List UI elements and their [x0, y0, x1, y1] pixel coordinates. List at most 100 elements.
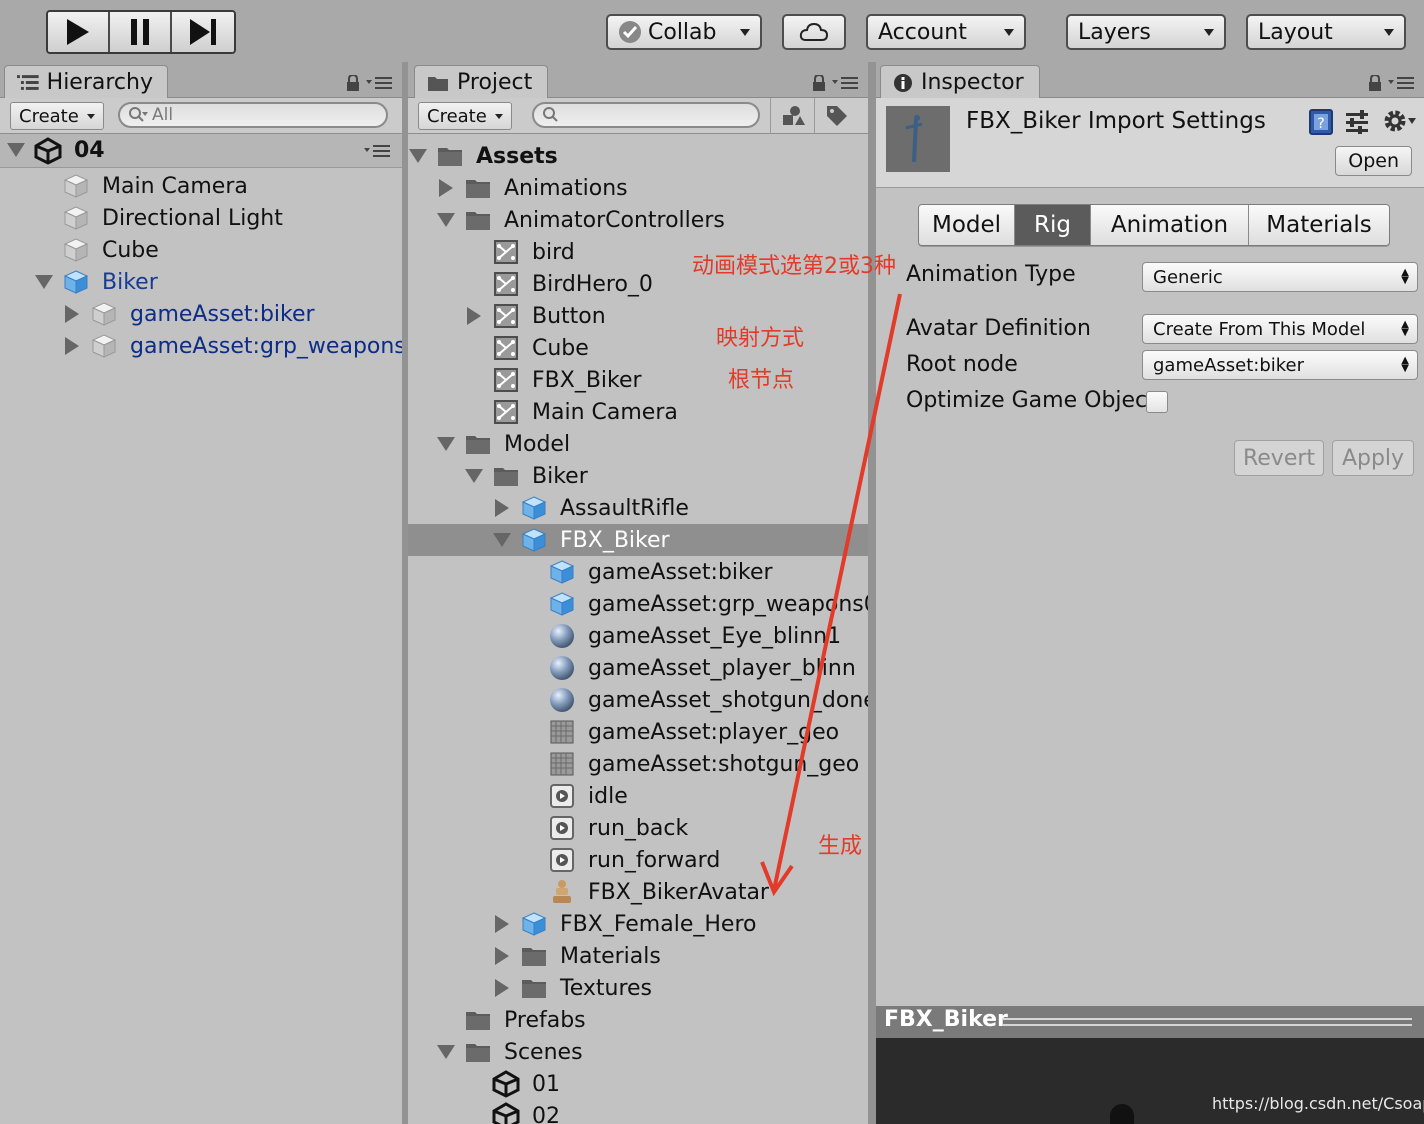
tab-materials[interactable]: Materials	[1249, 205, 1389, 245]
list-item[interactable]: run_back	[408, 812, 868, 844]
list-item[interactable]: FBX_Biker	[408, 524, 868, 556]
tab-animation[interactable]: Animation	[1091, 205, 1249, 245]
play-button[interactable]	[48, 12, 110, 52]
list-item[interactable]: 01	[408, 1068, 868, 1100]
root-node-dropdown[interactable]: gameAsset:biker ▲ ▼	[1142, 350, 1418, 380]
tab-hierarchy[interactable]: Hierarchy	[4, 65, 168, 99]
filter-by-label-button[interactable]	[814, 98, 858, 134]
animation-type-dropdown[interactable]: Generic ▲ ▼	[1142, 262, 1418, 292]
expand-icon[interactable]	[65, 305, 79, 323]
tree-item-label: Cube	[532, 335, 589, 361]
drag-handle[interactable]	[1002, 1018, 1412, 1026]
list-item[interactable]: FBX_Biker	[408, 364, 868, 396]
list-item[interactable]: 02	[408, 1100, 868, 1124]
list-item[interactable]: Textures	[408, 972, 868, 1004]
list-item[interactable]: Main Camera	[408, 396, 868, 428]
account-button[interactable]: Account	[866, 14, 1026, 50]
list-item[interactable]: Scenes	[408, 1036, 868, 1068]
dropdown-value: Create From This Model	[1153, 318, 1366, 340]
pause-button[interactable]	[110, 12, 172, 52]
folder-icon	[466, 1012, 490, 1030]
expand-icon[interactable]	[65, 337, 79, 355]
collapse-icon[interactable]	[465, 469, 483, 483]
list-item[interactable]: gameAsset:biker	[408, 556, 868, 588]
revert-button[interactable]: Revert	[1234, 440, 1324, 476]
preset-button[interactable]	[1344, 110, 1370, 138]
list-item[interactable]: Cube	[0, 234, 402, 266]
tree-item-label: Button	[532, 303, 606, 329]
collab-button[interactable]: Collab	[606, 14, 762, 50]
list-item[interactable]: Biker	[408, 460, 868, 492]
expand-icon[interactable]	[467, 307, 481, 325]
apply-button[interactable]: Apply	[1332, 440, 1414, 476]
panel-menu[interactable]	[346, 75, 392, 91]
list-item[interactable]: Main Camera	[0, 170, 402, 202]
collapse-icon[interactable]	[35, 275, 53, 289]
list-item[interactable]: gameAsset:grp_weapons0	[0, 330, 402, 362]
expand-icon[interactable]	[495, 915, 509, 933]
list-item[interactable]: idle	[408, 780, 868, 812]
expand-icon[interactable]	[439, 179, 453, 197]
settings-button[interactable]	[1382, 108, 1416, 134]
collapse-icon[interactable]	[493, 533, 511, 547]
create-button[interactable]: Create	[10, 102, 104, 130]
list-item[interactable]: Directional Light	[0, 202, 402, 234]
tree-item-label: Animations	[504, 175, 628, 201]
open-button[interactable]: Open	[1335, 146, 1412, 176]
search-input[interactable]	[532, 102, 760, 128]
list-item[interactable]: run_forward	[408, 844, 868, 876]
list-item[interactable]: Animations	[408, 172, 868, 204]
list-item[interactable]: gameAsset_shotgun_done	[408, 684, 868, 716]
filter-by-type-button[interactable]	[770, 98, 814, 134]
animator-controller-icon	[494, 368, 518, 392]
avatar-definition-dropdown[interactable]: Create From This Model ▲ ▼	[1142, 314, 1418, 344]
tab-rig[interactable]: Rig	[1015, 205, 1091, 245]
list-item[interactable]: FBX_Female_Hero	[408, 908, 868, 940]
preview-header[interactable]: FBX_Biker	[876, 1006, 1424, 1038]
create-label: Create	[19, 105, 79, 127]
scene-row[interactable]: 04	[0, 134, 402, 168]
list-item[interactable]: gameAsset_player_blinn	[408, 652, 868, 684]
list-item[interactable]: Prefabs	[408, 1004, 868, 1036]
search-input[interactable]: All	[118, 102, 388, 128]
optimize-game-objects-checkbox[interactable]	[1146, 391, 1168, 413]
collapse-icon[interactable]	[7, 143, 25, 157]
list-item[interactable]: gameAsset:shotgun_geo	[408, 748, 868, 780]
list-item[interactable]: gameAsset_Eye_blinn1	[408, 620, 868, 652]
layout-button[interactable]: Layout	[1246, 14, 1406, 50]
tab-model[interactable]: Model	[919, 205, 1015, 245]
list-item[interactable]: AssaultRifle	[408, 492, 868, 524]
help-button[interactable]: ?	[1308, 108, 1334, 140]
list-item[interactable]: Materials	[408, 940, 868, 972]
create-button[interactable]: Create	[418, 102, 512, 130]
tab-project[interactable]: Project	[414, 65, 548, 99]
expand-icon[interactable]	[495, 947, 509, 965]
collapse-icon[interactable]	[437, 1045, 455, 1059]
expand-icon[interactable]	[495, 499, 509, 517]
panel-splitter[interactable]	[868, 62, 876, 1124]
layers-button[interactable]: Layers	[1066, 14, 1226, 50]
cloud-button[interactable]	[782, 14, 846, 50]
annotation-animation-type: 动画模式选第2或3种	[692, 254, 896, 279]
panel-menu[interactable]	[1368, 75, 1414, 91]
animator-controller-icon	[494, 304, 518, 328]
menu-icon[interactable]	[364, 144, 390, 158]
list-item[interactable]: AnimatorControllers	[408, 204, 868, 236]
collapse-icon[interactable]	[409, 149, 427, 163]
list-item[interactable]: Biker	[0, 266, 402, 298]
list-item[interactable]: gameAsset:player_geo	[408, 716, 868, 748]
search-icon	[543, 107, 558, 122]
tab-label: Project	[457, 70, 533, 95]
list-item[interactable]: gameAsset:grp_weapons0	[408, 588, 868, 620]
chevron-down-icon	[494, 113, 503, 119]
tab-inspector[interactable]: Inspector	[880, 65, 1040, 99]
expand-icon[interactable]	[495, 979, 509, 997]
list-item[interactable]: Assets	[408, 140, 868, 172]
collapse-icon[interactable]	[437, 437, 455, 451]
list-item[interactable]: Model	[408, 428, 868, 460]
collapse-icon[interactable]	[437, 213, 455, 227]
list-item[interactable]: FBX_BikerAvatar	[408, 876, 868, 908]
list-item[interactable]: gameAsset:biker	[0, 298, 402, 330]
panel-menu[interactable]	[812, 75, 858, 91]
step-button[interactable]	[172, 12, 234, 52]
